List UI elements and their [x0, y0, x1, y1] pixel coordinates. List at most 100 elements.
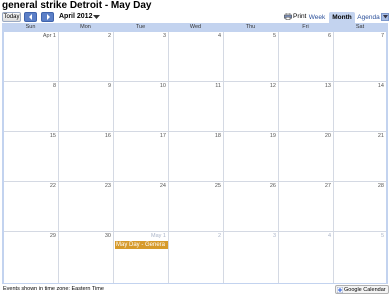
print-label: Print — [293, 13, 307, 20]
day-cell[interactable]: 14 — [334, 82, 386, 132]
day-cell[interactable]: 23 — [59, 182, 114, 232]
day-number: 16 — [104, 133, 111, 139]
day-number: 2 — [217, 233, 221, 239]
agenda-dropdown-button[interactable] — [381, 13, 389, 21]
day-number: 20 — [324, 133, 331, 139]
printer-icon — [284, 12, 292, 20]
day-number: 19 — [269, 133, 276, 139]
day-cell[interactable]: 29 — [4, 232, 59, 283]
day-number: 4 — [327, 233, 331, 239]
day-number: 29 — [49, 233, 56, 239]
day-cell[interactable]: 24 — [114, 182, 169, 232]
day-number: 28 — [377, 183, 384, 189]
day-number: 6 — [327, 33, 331, 39]
day-cell[interactable]: 26 — [224, 182, 279, 232]
tab-agenda[interactable]: Agenda — [356, 12, 381, 23]
day-cell[interactable]: 10 — [114, 82, 169, 132]
day-cell[interactable]: 4 — [169, 32, 224, 82]
day-cell[interactable]: 19 — [224, 132, 279, 182]
prev-month-button[interactable] — [24, 12, 37, 22]
month-picker-dropdown-icon[interactable] — [93, 14, 100, 20]
day-cell[interactable]: 3 — [114, 32, 169, 82]
footer: Events shown in time zone: Eastern Time … — [0, 284, 390, 294]
day-number: 21 — [377, 133, 384, 139]
day-cell[interactable]: 27 — [279, 182, 334, 232]
day-number: 5 — [380, 233, 384, 239]
toolbar: Today April 2012 Print Week Month Agenda — [0, 12, 390, 23]
day-cell[interactable]: 16 — [59, 132, 114, 182]
day-number: 8 — [52, 83, 56, 89]
day-number: 9 — [107, 83, 111, 89]
day-number: 15 — [49, 133, 56, 139]
day-cell[interactable]: 28 — [334, 182, 386, 232]
day-number: 12 — [269, 83, 276, 89]
day-number: 4 — [217, 33, 221, 39]
add-to-google-calendar-button[interactable]: Google Calendar — [335, 285, 389, 294]
day-cell[interactable]: 17 — [114, 132, 169, 182]
day-cell[interactable]: May 1 — [114, 232, 169, 283]
day-number: 30 — [104, 233, 111, 239]
chevron-down-icon — [382, 15, 388, 19]
day-number: 2 — [107, 33, 111, 39]
day-cell[interactable]: 12 — [224, 82, 279, 132]
day-cell[interactable]: 11 — [169, 82, 224, 132]
day-number: 22 — [49, 183, 56, 189]
day-header-thu: Thu — [245, 24, 256, 30]
day-cell[interactable]: 22 — [4, 182, 59, 232]
day-number: 13 — [324, 83, 331, 89]
day-cell[interactable]: 2 — [59, 32, 114, 82]
day-cell[interactable]: 6 — [279, 32, 334, 82]
current-month-label: April 2012 — [59, 13, 93, 20]
day-cell[interactable]: 5 — [334, 232, 386, 283]
day-cell[interactable]: 2 — [169, 232, 224, 283]
day-cell[interactable]: Apr 1 — [4, 32, 59, 82]
calendar-title: general strike Detroit - May Day — [2, 0, 152, 11]
day-number: 27 — [324, 183, 331, 189]
day-number: Apr 1 — [42, 33, 56, 39]
day-cell[interactable]: 3 — [224, 232, 279, 283]
day-cell[interactable]: 4 — [279, 232, 334, 283]
day-number: 18 — [214, 133, 221, 139]
day-cell[interactable]: 18 — [169, 132, 224, 182]
day-cell[interactable]: 9 — [59, 82, 114, 132]
event-chip[interactable]: May Day - Genera — [115, 241, 168, 249]
tab-month[interactable]: Month — [329, 12, 355, 23]
day-cell[interactable]: 7 — [334, 32, 386, 82]
google-calendar-logo: Google Calendar — [344, 287, 386, 293]
day-cell[interactable]: 8 — [4, 82, 59, 132]
day-cell[interactable]: 13 — [279, 82, 334, 132]
day-number: 26 — [269, 183, 276, 189]
today-button[interactable]: Today — [2, 12, 21, 22]
chevron-left-icon — [28, 14, 32, 20]
day-header-sun: Sun — [25, 24, 36, 30]
day-number: 5 — [272, 33, 276, 39]
day-header-wed: Wed — [189, 24, 202, 30]
timezone-note: Events shown in time zone: Eastern Time — [3, 286, 104, 292]
next-month-button[interactable] — [41, 12, 54, 22]
day-header-tue: Tue — [135, 24, 146, 30]
day-cell[interactable]: 25 — [169, 182, 224, 232]
day-header-sat: Sat — [355, 24, 365, 30]
day-header-fri: Fri — [302, 24, 309, 30]
day-number: 25 — [214, 183, 221, 189]
month-grid: Apr 1 2 3 4 5 6 7 8 9 10 11 12 13 14 15 … — [3, 31, 387, 284]
day-cell[interactable]: 30 — [59, 232, 114, 283]
day-number: 24 — [159, 183, 166, 189]
day-number: 3 — [162, 33, 166, 39]
print-button[interactable]: Print — [284, 12, 306, 22]
day-cell[interactable]: 5 — [224, 32, 279, 82]
plus-icon — [337, 287, 343, 293]
day-number: 7 — [380, 33, 384, 39]
day-number: May 1 — [151, 233, 166, 239]
day-number: 14 — [377, 83, 384, 89]
day-cell[interactable]: 15 — [4, 132, 59, 182]
day-number: 11 — [215, 83, 221, 89]
chevron-right-icon — [46, 14, 50, 20]
day-cell[interactable]: 21 — [334, 132, 386, 182]
day-cell[interactable]: 20 — [279, 132, 334, 182]
day-number: 23 — [104, 183, 111, 189]
tab-week[interactable]: Week — [307, 12, 327, 23]
day-headers: Sun Mon Tue Wed Thu Fri Sat — [3, 24, 389, 31]
day-header-mon: Mon — [80, 24, 91, 30]
day-number: 17 — [159, 133, 166, 139]
